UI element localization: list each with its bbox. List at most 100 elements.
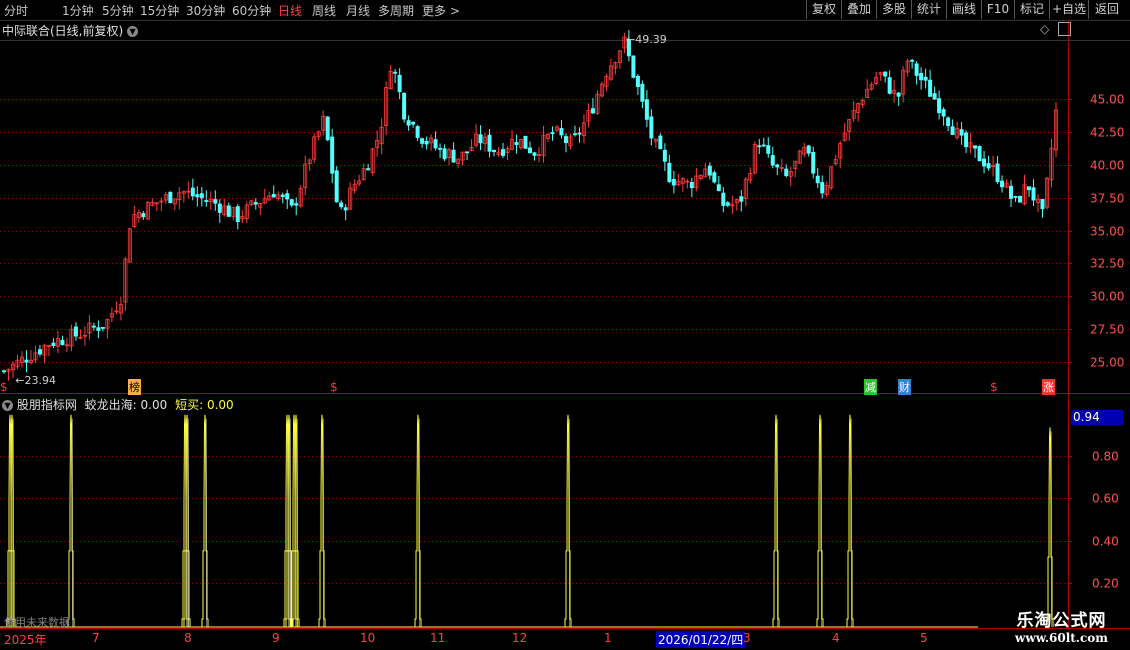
- date-tick: 1: [604, 631, 612, 645]
- indicator-title-bar[interactable]: ▼ 股朋指标网 蛟龙出海: 0.00 短买: 0.00: [2, 396, 234, 413]
- drawing-button[interactable]: 画线: [946, 0, 981, 19]
- f10-button[interactable]: F10: [981, 0, 1014, 19]
- period-tab-more[interactable]: 更多 >: [422, 2, 460, 19]
- candle-body: [820, 182, 825, 194]
- event-marker-dollar[interactable]: $: [0, 380, 8, 394]
- event-marker-reduce[interactable]: 减: [864, 379, 877, 395]
- period-tab-60min[interactable]: 60分钟: [232, 2, 271, 19]
- candle-body: [343, 207, 348, 211]
- window-icon[interactable]: [1058, 22, 1071, 36]
- signal-spike: [201, 414, 209, 627]
- candle-body: [1013, 196, 1018, 198]
- multi-stock-button[interactable]: 多股: [876, 0, 911, 19]
- watermark-url: www.60lt.com: [1015, 631, 1108, 645]
- candle-body: [640, 83, 645, 102]
- period-tab-monthly[interactable]: 月线: [346, 2, 370, 19]
- candle-body: [649, 116, 654, 139]
- candle-body: [1000, 180, 1005, 188]
- candle-body: [662, 149, 667, 162]
- candle-body: [757, 145, 762, 148]
- date-tick: 5: [920, 631, 928, 645]
- candle-body: [572, 133, 577, 136]
- candle-body: [658, 135, 663, 150]
- candle-body: [190, 187, 195, 197]
- candle-body: [141, 213, 146, 218]
- indicator-current-value: 0.94: [1071, 410, 1123, 425]
- stock-title: 中际联合(日线,前复权): [2, 24, 124, 38]
- stock-title-bar[interactable]: 中际联合(日线,前复权) ▼: [2, 22, 139, 39]
- signal-spike: [772, 414, 780, 627]
- candle-body: [406, 120, 411, 126]
- candle-body: [501, 149, 506, 156]
- period-tab-15min[interactable]: 15分钟: [140, 2, 179, 19]
- candle-body: [1009, 185, 1014, 199]
- period-tab-weekly[interactable]: 周线: [312, 2, 336, 19]
- candle-body: [973, 145, 978, 149]
- event-marker-dollar[interactable]: $: [330, 380, 338, 394]
- high-price-label: ←49.39: [626, 33, 667, 47]
- period-tab-daily[interactable]: 日线: [278, 2, 302, 19]
- candle-body: [334, 170, 339, 203]
- date-tick: 7: [92, 631, 100, 645]
- candle-body: [959, 129, 964, 136]
- candle-body: [887, 77, 892, 94]
- candle-body: [478, 134, 483, 144]
- period-tab-multi[interactable]: 多周期: [378, 2, 414, 19]
- diamond-icon[interactable]: ◇: [1040, 22, 1049, 36]
- date-tick: 4: [832, 631, 840, 645]
- candle-body: [923, 76, 928, 81]
- candle-body: [1040, 198, 1045, 210]
- candle-body: [168, 191, 173, 204]
- arrow-left-icon: ←: [15, 373, 25, 387]
- price-tick-label: 30.00: [1090, 290, 1124, 304]
- price-tick-label: 42.50: [1090, 126, 1124, 140]
- indicator-tick-label: 0.60: [1092, 492, 1119, 506]
- candle-body: [896, 92, 901, 97]
- candle-body: [100, 327, 105, 329]
- candle-body: [532, 152, 537, 156]
- event-marker-finance[interactable]: 财: [898, 379, 911, 395]
- candle-body: [1027, 186, 1032, 191]
- candle-body: [271, 193, 276, 198]
- period-tab-30min[interactable]: 30分钟: [186, 2, 225, 19]
- event-marker-dollar[interactable]: $: [990, 380, 998, 394]
- adjust-price-button[interactable]: 复权: [806, 0, 841, 19]
- candle-body: [563, 136, 568, 144]
- candle-body: [339, 202, 344, 208]
- candle-body: [590, 108, 595, 114]
- mark-button[interactable]: 标记: [1014, 0, 1049, 19]
- more-label: 更多: [422, 4, 447, 18]
- period-tab-intraday[interactable]: 分时: [4, 2, 28, 19]
- candle-body: [761, 144, 766, 147]
- dropdown-circle-icon[interactable]: ▼: [127, 26, 139, 37]
- candle-body: [285, 193, 290, 200]
- grid-lines: [0, 20, 1130, 630]
- indicator-name: 股朋指标网: [16, 398, 77, 412]
- candle-body: [883, 71, 888, 77]
- period-tab-1min[interactable]: 1分钟: [62, 2, 94, 19]
- back-button[interactable]: 返回: [1088, 0, 1125, 19]
- add-watchlist-button[interactable]: +自选: [1049, 0, 1088, 19]
- line1-value: 0.00: [140, 398, 168, 412]
- chart-area[interactable]: 45.00 42.50 40.00 37.50 35.00 32.50 30.00 27.50…: [0, 20, 1130, 630]
- period-tab-5min[interactable]: 5分钟: [102, 2, 134, 19]
- event-marker-limit-up[interactable]: 涨: [1042, 379, 1055, 395]
- candle-body: [919, 72, 924, 81]
- line2-label: 短买:: [175, 398, 204, 412]
- candle-body: [550, 132, 555, 134]
- candle-body: [366, 168, 371, 171]
- cursor-date: 2026/01/22/四: [656, 631, 746, 648]
- candle-body: [941, 109, 946, 117]
- future-data-note: 使用未来数据: [4, 616, 70, 629]
- overlay-button[interactable]: 叠加: [841, 0, 876, 19]
- signal-spike: [67, 414, 75, 627]
- candle-body: [451, 149, 456, 163]
- dropdown-circle-icon[interactable]: ▼: [2, 400, 13, 411]
- event-marker-billboard[interactable]: 榜: [128, 379, 141, 395]
- candle-body: [24, 359, 29, 363]
- candle-body: [235, 206, 240, 223]
- candle-body: [199, 193, 204, 199]
- candle-body: [577, 132, 582, 135]
- statistics-button[interactable]: 统计: [911, 0, 946, 19]
- candle-body: [815, 175, 820, 184]
